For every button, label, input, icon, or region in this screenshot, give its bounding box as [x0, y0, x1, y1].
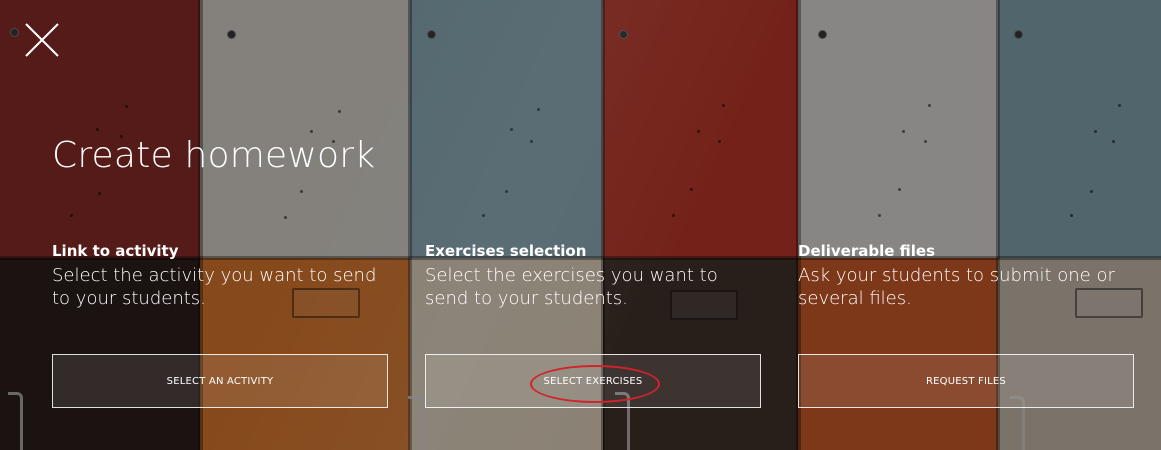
select-exercises-button[interactable]: SELECT EXERCISES	[425, 354, 761, 408]
close-button[interactable]	[22, 20, 62, 60]
option-title: Deliverable files	[798, 242, 936, 260]
option-exercises-selection: Exercises selection Select the exercises…	[425, 242, 761, 408]
modal-overlay: Create homework Link to activity Select …	[0, 0, 1161, 450]
close-icon	[25, 23, 59, 57]
option-deliverable-files: Deliverable files Ask your students to s…	[798, 242, 1134, 408]
select-exercises-label: SELECT EXERCISES	[543, 375, 643, 387]
page-title: Create homework	[52, 135, 376, 176]
option-title: Exercises selection	[425, 242, 587, 260]
select-activity-button[interactable]: SELECT AN ACTIVITY	[52, 354, 388, 408]
option-title: Link to activity	[52, 242, 179, 260]
option-link-to-activity: Link to activity Select the activity you…	[52, 242, 388, 408]
option-description: Select the exercises you want to send to…	[425, 265, 718, 309]
option-description: Select the activity you want to send to …	[52, 265, 377, 309]
request-files-button[interactable]: REQUEST FILES	[798, 354, 1134, 408]
option-description: Ask your students to submit one or sever…	[798, 265, 1115, 309]
